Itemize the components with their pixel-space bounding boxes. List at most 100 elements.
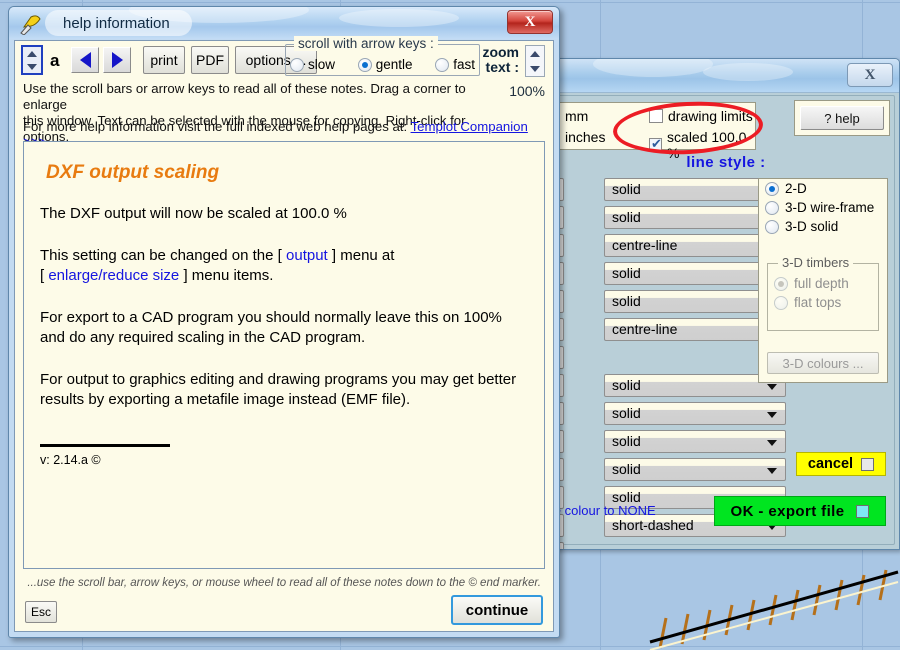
note-link-output[interactable]: output [286,247,328,264]
note-paragraph-2: This setting can be changed on the [ out… [40,246,528,286]
option-flat-tops[interactable]: flat tops [768,293,878,312]
font-size-spinner[interactable] [21,45,43,75]
scaled-checkbox[interactable] [649,136,663,152]
help-window-content: a print PDF options ... scroll with arro… [14,36,554,632]
spinner-up-icon[interactable] [27,50,37,57]
right-arrow-icon [111,52,123,68]
scroll-speed-group-label: scroll with arrow keys : [294,36,438,51]
help-footnote: ...use the scroll bar, arrow keys, or mo… [27,577,541,589]
spinner-down-icon[interactable] [27,63,37,70]
drawing-limits-label: drawing limits [668,108,753,124]
radio-2d[interactable] [765,181,779,196]
scroll-speed-gentle[interactable]: gentle [357,57,413,72]
set-colour-none-note: set the colour to NONE [553,503,656,518]
pdf-label: PDF [196,52,224,68]
chevron-down-icon [767,412,777,418]
line-style-combo[interactable]: solid [604,402,786,425]
print-button[interactable]: print [143,46,185,74]
note-divider [40,444,170,447]
line-style-row [553,542,846,549]
radio-3d-wireframe[interactable] [765,200,779,215]
timbers-group: 3-D timbers full depth flat tops [767,255,879,331]
scroll-speed-fast-label: fast [453,57,475,72]
radio-fast[interactable] [435,57,450,72]
option-flat-tops-label: flat tops [794,295,842,310]
line-style-heading: line style : [686,154,766,171]
help-button-panel: ? help [794,100,890,136]
print-label: print [150,52,178,68]
option-3d-wireframe-label: 3-D wire-frame [785,200,875,215]
export-dialog-close-button[interactable]: X [847,63,893,87]
back-button[interactable] [71,47,99,73]
chevron-down-icon [767,468,777,474]
forward-button[interactable] [103,47,131,73]
option-3d-wireframe[interactable]: 3-D wire-frame [759,198,887,217]
zoom-text-label: zoom text : [482,44,519,75]
help-window-titlebar[interactable]: help information X [9,7,559,39]
templot-app-icon [20,15,41,35]
zoom-percent-value: 100% [509,83,545,99]
drawing-limits-checkbox[interactable] [649,109,663,123]
help-window-close-button[interactable]: X [507,10,553,34]
zoom-down-icon[interactable] [530,65,540,72]
cancel-button[interactable]: cancel [796,452,886,476]
left-arrow-icon [79,52,91,68]
esc-button[interactable]: Esc [25,601,57,623]
export-help-button[interactable]: ? help [800,106,884,130]
note-paragraph-1: The DXF output will now be scaled at 100… [40,205,347,222]
note-p2-b: ] menu at [331,247,395,264]
option-2d-label: 2-D [785,181,807,196]
export-dialog-body: mm inches drawing limits scaled 100.0 % … [553,95,895,549]
help-note-pane[interactable]: DXF output scaling The DXF output will n… [23,141,545,569]
export-dialog-titlebar[interactable]: X [553,59,899,93]
font-size-letter: a [50,51,60,70]
line-style-row: solid [553,402,846,426]
3d-colours-button[interactable]: 3-D colours ... [767,352,879,374]
chevron-down-icon [767,440,777,446]
unit-label-inches: inches [565,129,606,145]
chevron-down-icon [767,384,777,390]
note-link-enlarge-reduce[interactable]: enlarge/reduce size [48,267,179,284]
note-p2-d: ] menu items. [183,267,274,284]
option-3d-solid-label: 3-D solid [785,219,839,234]
radio-gentle[interactable] [357,57,372,72]
help-toolbar: a print PDF options ... scroll with arro… [15,36,553,99]
scroll-speed-fast[interactable]: fast [435,57,475,72]
drawing-limits-checkbox-row[interactable]: drawing limits [649,108,753,124]
web-help-prefix: For more help information visit the full… [23,119,408,134]
note-paragraph-3: For export to a CAD program you should n… [40,309,502,346]
scroll-speed-gentle-label: gentle [375,57,413,72]
timbers-group-label: 3-D timbers [778,255,854,270]
note-p2-c: [ [40,267,45,284]
cancel-lamp-icon [861,457,875,471]
line-style-row: solid [553,430,846,454]
scroll-speed-slow[interactable]: slow [290,57,335,72]
note-p2-a: This setting can be changed on the [ [40,247,282,264]
option-3d-solid[interactable]: 3-D solid [759,217,887,236]
help-window-title: help information [45,10,192,36]
radio-3d-solid[interactable] [765,219,779,234]
ok-export-file-button[interactable]: OK - export file [714,496,886,526]
radio-full-depth[interactable] [774,276,788,291]
dimension-options-panel: 2-D 3-D wire-frame 3-D solid 3-D timbers… [758,178,888,383]
unit-label-mm: mm [565,108,589,124]
ok-lamp-icon [856,504,870,518]
note-paragraph-4: For output to graphics editing and drawi… [40,371,517,408]
option-2d[interactable]: 2-D [759,179,887,198]
help-information-window: help information X a print PDF options .… [8,6,560,638]
radio-flat-tops[interactable] [774,295,788,310]
scroll-speed-slow-label: slow [308,57,336,72]
continue-button[interactable]: continue [451,595,543,625]
zoom-up-icon[interactable] [530,50,540,57]
units-and-scale-panel: mm inches drawing limits scaled 100.0 % [553,102,756,161]
option-full-depth-label: full depth [794,276,849,291]
pdf-button[interactable]: PDF [191,46,229,74]
export-options-dialog: X mm inches drawing limits scaled 100.0 … [552,58,900,550]
line-style-combo[interactable]: solid [604,430,786,453]
option-full-depth[interactable]: full depth [768,274,878,293]
zoom-text-spinner[interactable] [525,45,545,77]
note-version: v: 2.14.a © [40,453,101,467]
radio-slow[interactable] [290,57,304,72]
line-style-combo[interactable]: solid [604,458,786,481]
note-heading: DXF output scaling [46,162,220,183]
